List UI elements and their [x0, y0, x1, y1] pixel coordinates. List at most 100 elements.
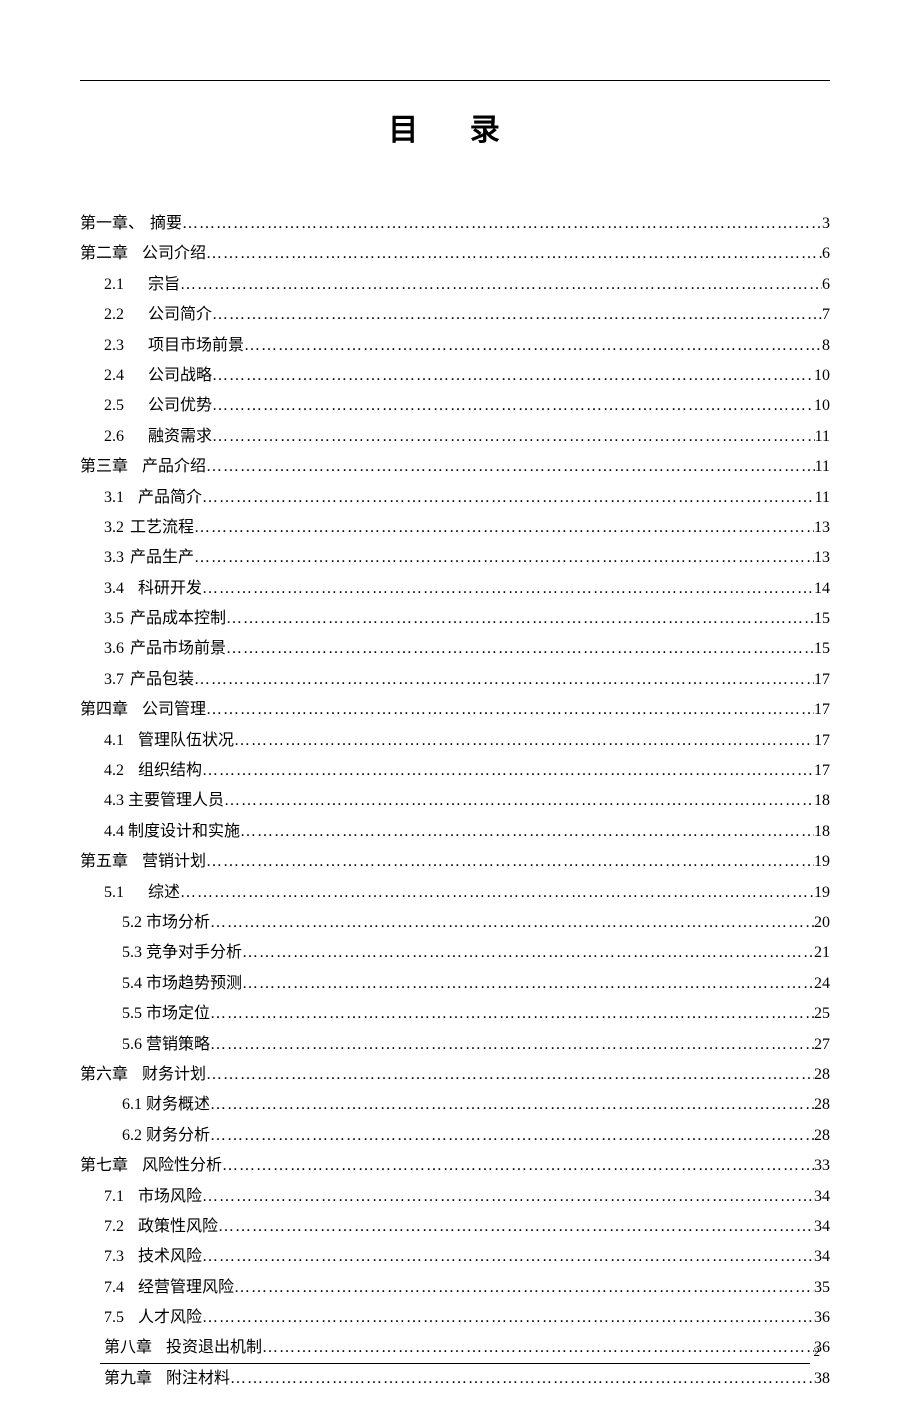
toc-leader-dots: [202, 574, 814, 604]
toc-entry-number: 6.1: [122, 1090, 142, 1120]
toc-leader-dots: [240, 817, 814, 847]
toc-entry-number: 5.1: [104, 878, 124, 908]
toc-leader-dots: [226, 634, 814, 664]
toc-entry-number: 3.2: [104, 513, 124, 543]
toc-entry-page: 15: [814, 634, 830, 664]
toc-entry: 第九章附注材料38: [80, 1364, 830, 1394]
toc-entry-label: 公司简介: [148, 300, 212, 330]
toc-entry-number: 第一章、: [80, 209, 144, 239]
toc-entry-number: 5.5: [122, 999, 142, 1029]
toc-entry: 4.4制度设计和实施18: [80, 817, 830, 847]
toc-entry-page: 19: [814, 847, 830, 877]
toc-entry-number: 2.2: [104, 300, 124, 330]
toc-entry: 3.2工艺流程13: [80, 513, 830, 543]
toc-entry-page: 19: [814, 878, 830, 908]
toc-entry-label: 组织结构: [138, 756, 202, 786]
toc-entry-label: 财务计划: [142, 1060, 206, 1090]
toc-entry-label: 管理队伍状况: [138, 726, 234, 756]
toc-entry-page: 7: [822, 300, 830, 330]
toc-entry: 3.5产品成本控制15: [80, 604, 830, 634]
toc-entry-label: 综述: [148, 878, 180, 908]
toc-entry-label: 工艺流程: [130, 513, 194, 543]
toc-leader-dots: [210, 999, 814, 1029]
toc-entry: 7.4经营管理风险35: [80, 1273, 830, 1303]
toc-entry-number: 第三章: [80, 452, 128, 482]
toc-entry-number: 5.4: [122, 969, 142, 999]
toc-entry-number: 2.6: [104, 422, 124, 452]
toc-entry-page: 10: [814, 361, 830, 391]
toc-entry-label: 附注材料: [166, 1364, 230, 1394]
toc-entry-label: 财务分析: [146, 1121, 210, 1151]
toc-entry-number: 4.3: [104, 786, 124, 816]
toc-entry-number: 2.3: [104, 331, 124, 361]
toc-entry-number: 4.1: [104, 726, 124, 756]
toc-entry-page: 17: [814, 756, 830, 786]
toc-leader-dots: [182, 209, 822, 239]
toc-entry-number: 3.4: [104, 574, 124, 604]
toc-entry-label: 融资需求: [148, 422, 212, 452]
toc-entry: 第七章风险性分析33: [80, 1151, 830, 1181]
toc-entry-number: 4.4: [104, 817, 124, 847]
toc-entry-page: 17: [814, 695, 830, 725]
toc-leader-dots: [226, 604, 814, 634]
toc-entry-label: 宗旨: [148, 270, 180, 300]
toc-entry-number: 5.3: [122, 938, 142, 968]
toc-entry-label: 技术风险: [138, 1242, 202, 1272]
toc-leader-dots: [202, 756, 814, 786]
toc-entry-page: 34: [814, 1182, 830, 1212]
toc-entry-label: 竞争对手分析: [146, 938, 242, 968]
toc-entry-number: 3.6: [104, 634, 124, 664]
toc-entry-page: 10: [814, 391, 830, 421]
toc-entry-number: 7.1: [104, 1182, 124, 1212]
toc-entry-page: 25: [814, 999, 830, 1029]
toc-entry-label: 主要管理人员: [128, 786, 224, 816]
toc-leader-dots: [210, 1090, 814, 1120]
page-number: 2: [814, 1344, 821, 1360]
toc-leader-dots: [224, 786, 814, 816]
toc-entry-page: 28: [814, 1090, 830, 1120]
toc-entry-page: 8: [822, 331, 830, 361]
toc-entry-number: 3.1: [104, 483, 124, 513]
toc-entry: 6.2财务分析28: [80, 1121, 830, 1151]
toc-leader-dots: [206, 695, 814, 725]
toc-leader-dots: [218, 1212, 814, 1242]
toc-entry: 7.5人才风险36: [80, 1303, 830, 1333]
toc-entry-page: 38: [814, 1364, 830, 1394]
toc-entry-number: 第七章: [80, 1151, 128, 1181]
toc-leader-dots: [210, 1121, 814, 1151]
toc-entry-label: 公司管理: [142, 695, 206, 725]
toc-leader-dots: [210, 1030, 814, 1060]
toc-entry: 7.1 市场风险 34: [80, 1182, 830, 1212]
toc-entry-number: 7.4: [104, 1273, 124, 1303]
toc-entry: 第五章营销计划19: [80, 847, 830, 877]
toc-leader-dots: [180, 270, 822, 300]
toc-leader-dots: [202, 1182, 814, 1212]
toc-entry-page: 3: [822, 209, 830, 239]
toc-entry-page: 21: [814, 938, 830, 968]
toc-entry-page: 36: [814, 1303, 830, 1333]
toc-title: 目 录: [80, 105, 830, 149]
toc-entry-page: 11: [815, 483, 830, 513]
toc-leader-dots: [212, 422, 815, 452]
toc-entry-label: 产品市场前景: [130, 634, 226, 664]
toc-entry: 2.1宗旨6: [80, 270, 830, 300]
toc-entry-number: 3.7: [104, 665, 124, 695]
toc-leader-dots: [180, 878, 814, 908]
toc-entry: 2.6融资需求11: [80, 422, 830, 452]
toc-entry: 3.7产品包装17: [80, 665, 830, 695]
toc-entry-page: 34: [814, 1242, 830, 1272]
toc-entry-label: 摘要: [150, 209, 182, 239]
toc-entry: 第三章产品介绍11: [80, 452, 830, 482]
toc-entry-page: 27: [814, 1030, 830, 1060]
toc-entry-label: 公司战略: [148, 361, 212, 391]
toc-entry-page: 17: [814, 726, 830, 756]
toc-entry: 4.3主要管理人员18: [80, 786, 830, 816]
toc-leader-dots: [202, 1303, 814, 1333]
toc-entry-label: 产品成本控制: [130, 604, 226, 634]
toc-entry-number: 5.2: [122, 908, 142, 938]
toc-entry-label: 营销计划: [142, 847, 206, 877]
toc-entry-number: 7.2: [104, 1212, 124, 1242]
toc-entry-page: 34: [814, 1212, 830, 1242]
toc-entry: 2.4公司战略10: [80, 361, 830, 391]
toc-entry-label: 市场风险: [138, 1182, 202, 1212]
